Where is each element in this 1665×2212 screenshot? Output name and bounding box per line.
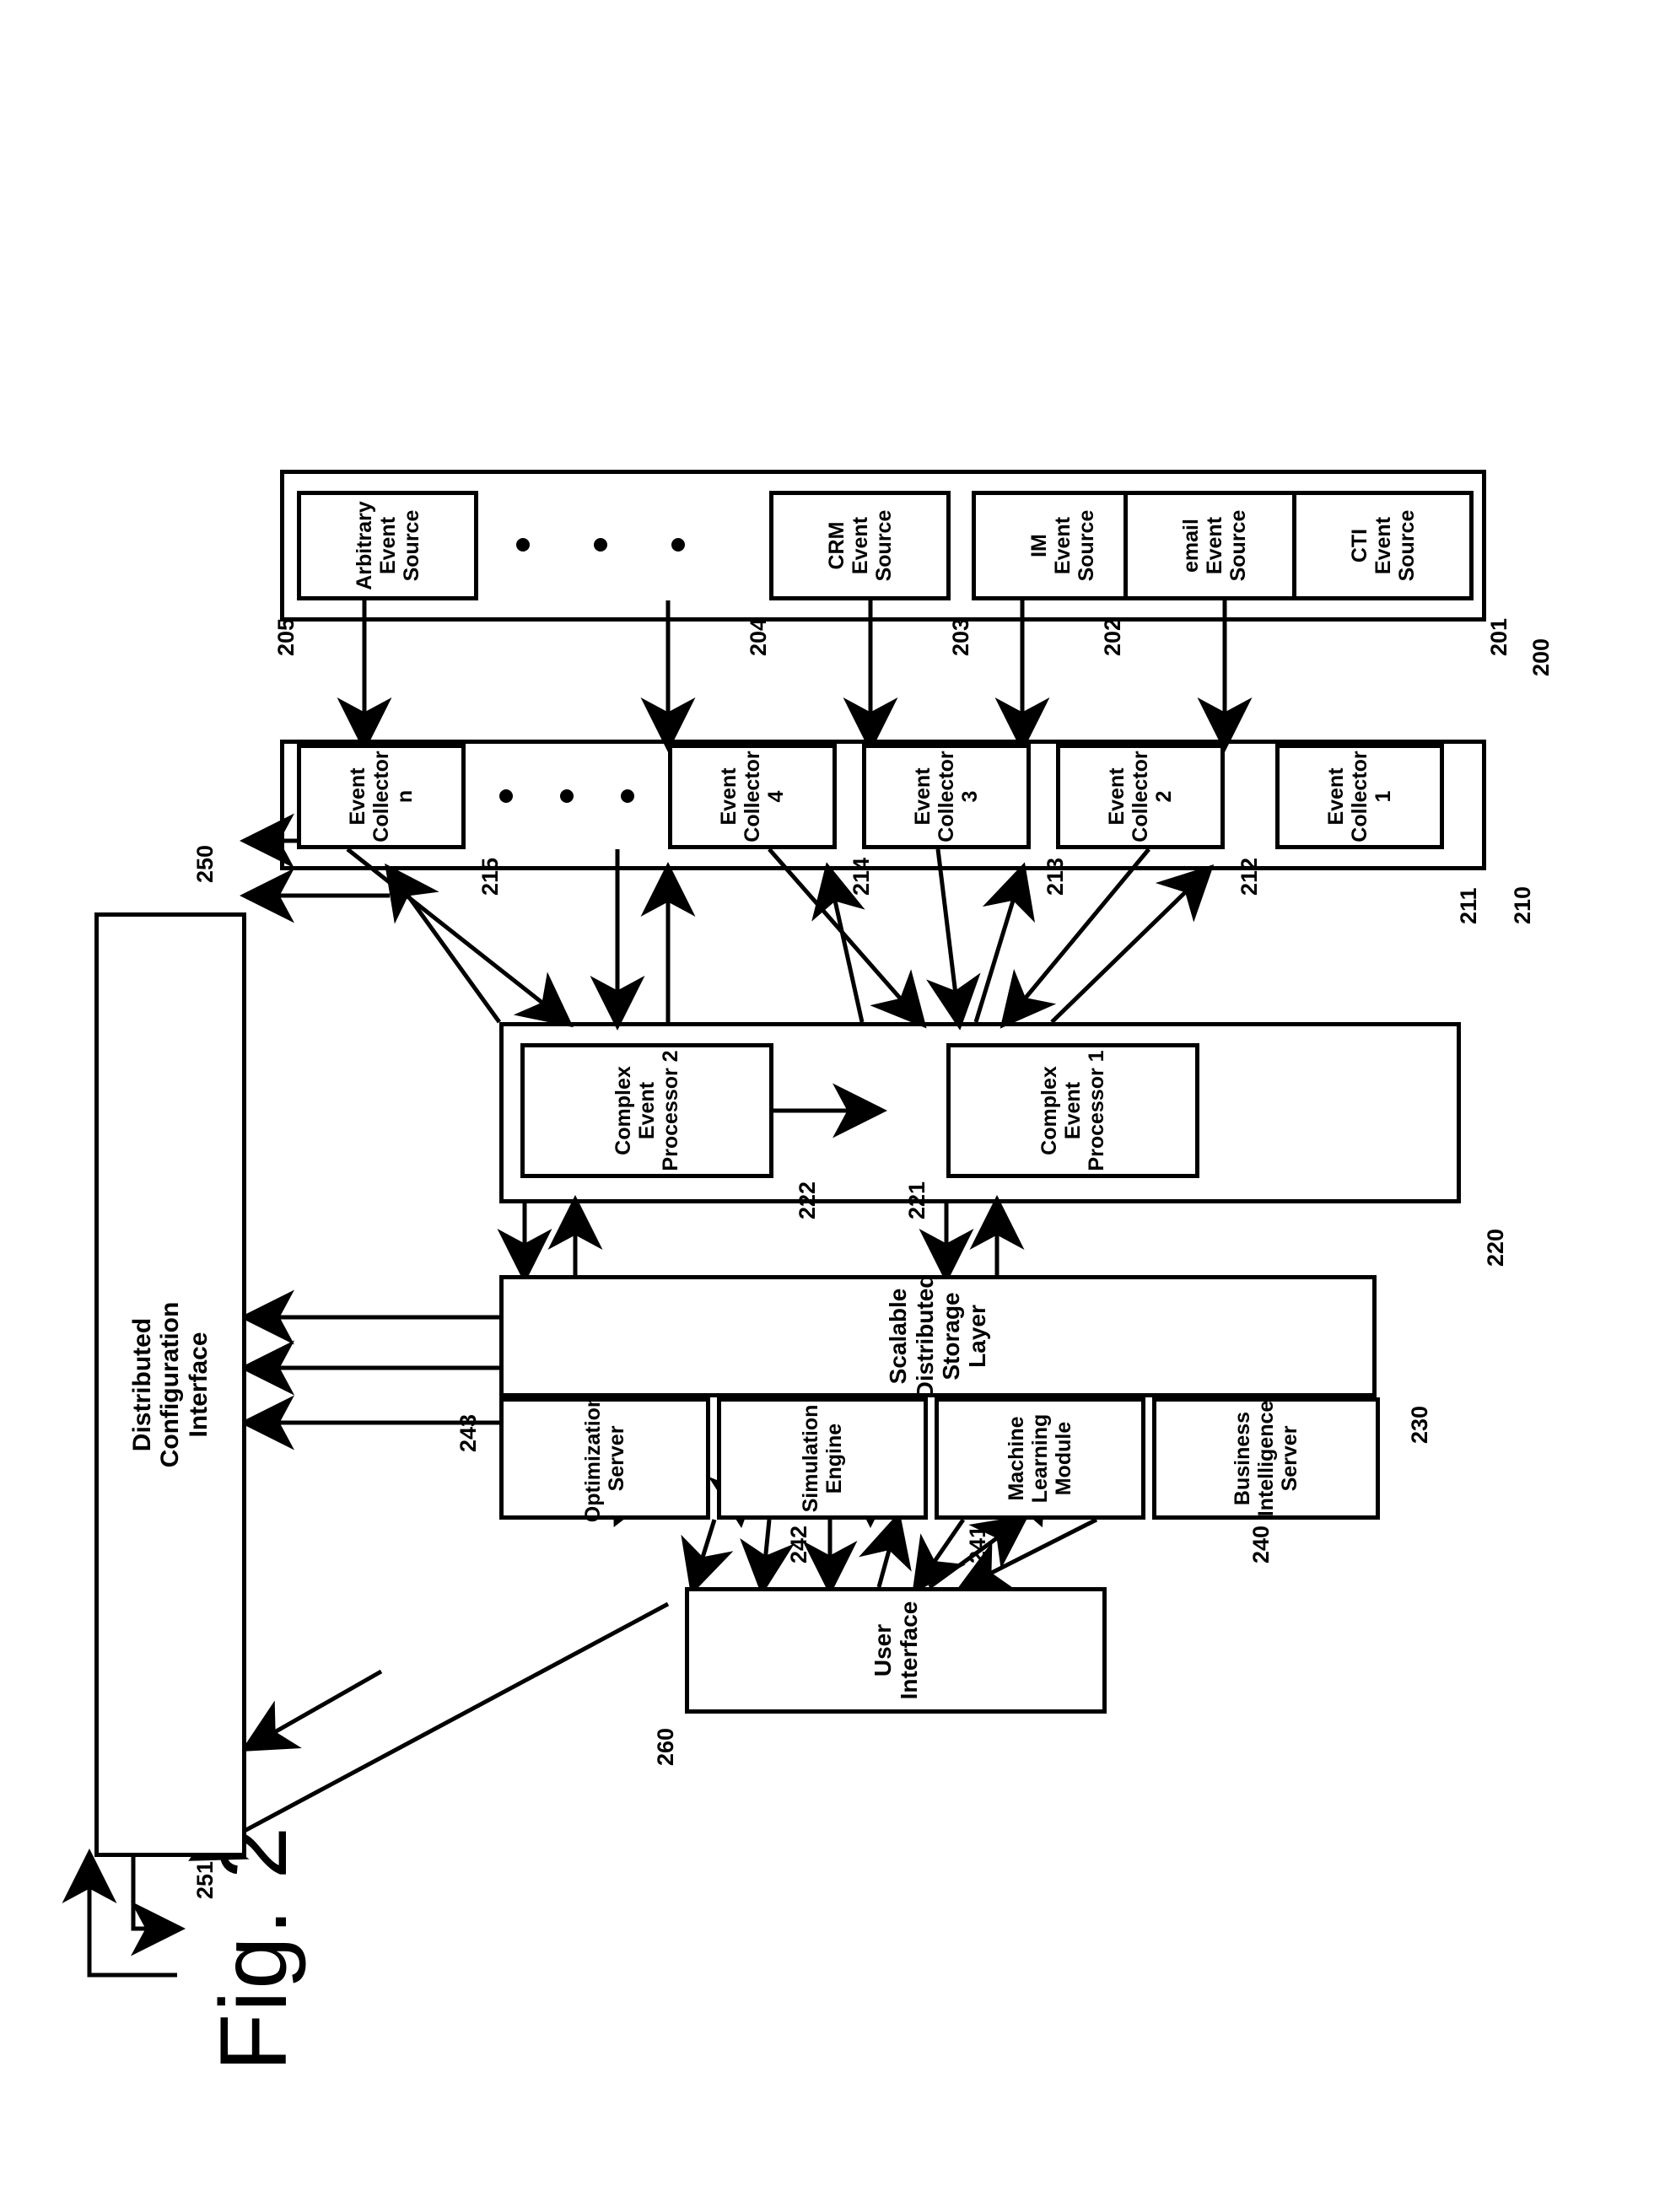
ref-215: 215 (477, 857, 503, 896)
box-machine-learning-module-label: Machine Learning Module (1005, 1413, 1075, 1503)
ref-241: 241 (965, 1525, 990, 1563)
ref-220: 220 (1483, 1228, 1508, 1267)
ref-211: 211 (1456, 886, 1481, 924)
box-crm-event-source[interactable]: CRM Event Source (769, 490, 951, 600)
box-cti-event-source[interactable]: CTI Event Source (1292, 490, 1474, 600)
box-event-collector-n[interactable]: Event Collector n (297, 743, 466, 849)
box-arbitrary-event-source[interactable]: Arbitrary Event Source (297, 490, 478, 600)
box-business-intelligence-server[interactable]: Business Intelligence Server (1152, 1397, 1380, 1520)
ref-251: 251 (192, 1860, 218, 1899)
ref-202: 202 (1100, 617, 1125, 656)
ref-243: 243 (455, 1413, 481, 1452)
box-complex-event-processor-1-label: Complex Event Processor 1 (1037, 1049, 1108, 1171)
ref-200: 200 (1528, 638, 1554, 676)
diagram-canvas: Configuration Interface 251 Distributed … (27, 103, 1554, 2110)
ref-230: 230 (1407, 1405, 1432, 1444)
box-event-collector-3-label: Event Collector 3 (911, 750, 982, 842)
ref-242: 242 (786, 1525, 811, 1563)
connector-lines (62, 600, 1253, 1977)
ref-221: 221 (904, 1181, 929, 1219)
box-complex-event-processor-2[interactable]: Complex Event Processor 2 (520, 1042, 773, 1178)
box-email-event-source-label: email Event Source (1178, 509, 1250, 581)
patent-figure-sheet: Fig. 2 251 Distributed Configuration Int… (0, 0, 1665, 2212)
box-event-collector-4-label: Event Collector 4 (717, 750, 788, 842)
ref-213: 213 (1043, 857, 1068, 896)
box-complex-event-processor-1[interactable]: Complex Event Processor 1 (946, 1042, 1199, 1178)
box-simulation-engine-label: Simulation Engine (799, 1404, 846, 1512)
box-email-event-source[interactable]: email Event Source (1123, 490, 1305, 600)
box-optimization-server[interactable]: Optimization Server (499, 1394, 710, 1522)
box-event-collector-3[interactable]: Event Collector 3 (862, 743, 1031, 849)
ref-250: 250 (192, 844, 218, 883)
box-event-collector-2[interactable]: Event Collector 2 (1056, 743, 1225, 849)
ref-212: 212 (1237, 857, 1262, 896)
box-im-event-source-label: IM Event Source (1026, 509, 1098, 581)
ref-240: 240 (1248, 1525, 1274, 1563)
box-distributed-configuration-interface-label: Distributed Configuration Interface (127, 1301, 213, 1467)
box-arbitrary-event-source-label: Arbitrary Event Source (352, 500, 423, 590)
box-scalable-distributed-storage-layer[interactable]: Scalable Distributed Storage Layer (499, 1273, 1377, 1398)
box-event-collector-4[interactable]: Event Collector 4 (668, 743, 837, 849)
box-business-intelligence-server-label: Business Intelligence Server (1231, 1400, 1301, 1516)
event-source-ellipsis (516, 537, 685, 552)
ref-203: 203 (948, 617, 973, 656)
box-event-collector-1-label: Event Collector 1 (1324, 750, 1395, 842)
ref-204: 204 (746, 617, 771, 656)
box-crm-event-source-label: CRM Event Source (824, 509, 896, 581)
box-event-collector-2-label: Event Collector 2 (1105, 750, 1176, 842)
box-scalable-distributed-storage-layer-label: Scalable Distributed Storage Layer (885, 1273, 991, 1398)
ref-260: 260 (653, 1727, 678, 1766)
box-event-collector-1[interactable]: Event Collector 1 (1275, 743, 1444, 849)
box-user-interface[interactable]: User Interface (685, 1586, 1107, 1714)
box-simulation-engine[interactable]: Simulation Engine (717, 1397, 928, 1520)
ref-222: 222 (795, 1181, 820, 1219)
box-cti-event-source-label: CTI Event Source (1347, 509, 1419, 581)
box-machine-learning-module[interactable]: Machine Learning Module (935, 1397, 1145, 1520)
ref-214: 214 (849, 857, 874, 896)
box-optimization-server-label: Optimization Server (581, 1394, 628, 1522)
box-distributed-configuration-interface[interactable]: Distributed Configuration Interface (94, 912, 246, 1857)
ref-201: 201 (1486, 617, 1511, 656)
box-user-interface-label: User Interface (869, 1601, 922, 1699)
ref-210: 210 (1510, 885, 1535, 924)
ref-205: 205 (273, 617, 299, 656)
event-collector-ellipsis (499, 788, 634, 803)
box-event-collector-n-label: Event Collector n (346, 750, 417, 842)
box-complex-event-processor-2-label: Complex Event Processor 2 (612, 1049, 682, 1171)
